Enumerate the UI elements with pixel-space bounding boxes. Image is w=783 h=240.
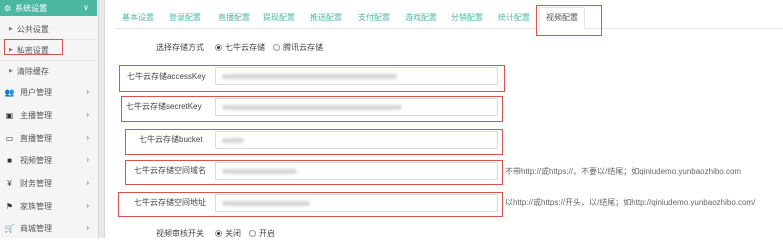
tab-game[interactable]: 游戏配置	[405, 12, 437, 23]
sidebar-subitem-label: 私密设置	[16, 45, 49, 55]
chevron-right-icon: ›	[86, 87, 89, 96]
video-icon: ■	[7, 155, 12, 165]
masked-value	[222, 168, 297, 174]
chevron-right-icon: ›	[86, 178, 89, 187]
caret-right-icon: ▶	[9, 47, 13, 53]
collapse-strip	[98, 0, 105, 238]
radio-selected-icon	[215, 230, 222, 237]
chevron-right-icon: ›	[86, 223, 89, 232]
storage-option-qiniu[interactable]: 七牛云存储	[215, 42, 265, 53]
tab-push[interactable]: 推送配置	[310, 12, 342, 23]
masked-value	[222, 200, 310, 206]
accesskey-input[interactable]	[215, 67, 498, 85]
chevron-right-icon: ›	[86, 133, 89, 142]
sidebar-item-users[interactable]: 👥 用户管理 ›	[0, 81, 97, 103]
chevron-right-icon: ›	[86, 155, 89, 164]
sidebar-subitem-label: 公共设置	[16, 24, 49, 34]
field-label-secretkey: 七牛云存储secretKey	[126, 102, 202, 111]
address-input[interactable]	[215, 194, 498, 212]
video-review-radio-group: 关闭 开启	[215, 228, 283, 239]
masked-value	[222, 73, 397, 79]
sidebar-item-label: 直播管理	[20, 133, 52, 143]
radio-label: 开启	[259, 229, 275, 238]
sidebar-item-videos[interactable]: ■ 视频管理 ›	[0, 149, 97, 171]
chevron-down-icon: ∨	[83, 3, 89, 12]
sidebar-section-label: 系统设置	[15, 3, 48, 13]
tab-statistics[interactable]: 统计配置	[498, 12, 530, 23]
sidebar-item-family[interactable]: ⚑ 家族管理 ›	[0, 195, 97, 217]
yen-icon: ¥	[7, 178, 12, 188]
sidebar-section-system-settings[interactable]: ⚙ 系统设置 ∨	[0, 0, 97, 16]
radio-label: 七牛云存储	[225, 43, 265, 52]
sidebar-item-label: 视频管理	[20, 155, 52, 165]
flag-icon: ⚑	[5, 201, 14, 211]
chevron-right-icon: ›	[86, 201, 89, 210]
anchor-icon: ▣	[5, 110, 14, 120]
video-review-label: 视频审核开关	[156, 229, 204, 238]
sidebar-subitem-public-settings[interactable]: ▶ 公共设置	[0, 18, 97, 40]
sidebar-item-label: 用户管理	[20, 87, 52, 97]
video-review-option-off[interactable]: 关闭	[215, 228, 241, 239]
sidebar-subitem-private-settings[interactable]: ▶ 私密设置	[0, 39, 97, 61]
radio-label: 关闭	[225, 229, 241, 238]
storage-option-tencent[interactable]: 腾讯云存储	[273, 42, 323, 53]
masked-value	[222, 104, 402, 110]
sidebar-item-anchors[interactable]: ▣ 主播管理 ›	[0, 104, 97, 126]
tab-video[interactable]: 视频配置	[539, 7, 585, 29]
video-review-option-on[interactable]: 开启	[249, 228, 275, 239]
caret-right-icon: ▶	[9, 68, 13, 74]
sidebar-item-label: 家族管理	[20, 201, 52, 211]
storage-method-label: 选择存储方式	[156, 43, 204, 52]
tab-login[interactable]: 登录配置	[169, 12, 201, 23]
field-label-bucket: 七牛云存储bucket	[139, 135, 203, 144]
chevron-right-icon: ›	[86, 110, 89, 119]
sidebar-item-label: 财务管理	[20, 178, 52, 188]
sidebar-item-label: 主播管理	[20, 110, 52, 120]
caret-right-icon: ▶	[9, 26, 13, 32]
sidebar: ⚙ 系统设置 ∨ ▶ 公共设置 ▶ 私密设置 ▶ 清除缓存 👥 用户管理 › ▣…	[0, 0, 100, 238]
cart-icon: 🛒	[4, 223, 15, 233]
radio-icon	[249, 230, 256, 237]
gear-icon: ⚙	[4, 3, 12, 13]
sidebar-item-finance[interactable]: ¥ 财务管理 ›	[0, 172, 97, 194]
users-icon: 👥	[4, 87, 15, 97]
sidebar-item-shop[interactable]: 🛒 商城管理 ›	[0, 217, 97, 239]
address-hint: 以http://或https://开头，以/结尾；如http://qiniude…	[505, 198, 756, 207]
config-tabs: 基本设置 登录配置 直播配置 提现配置 推送配置 支付配置 游戏配置 分销配置 …	[115, 7, 783, 29]
field-label-domain: 七牛云存储空间域名	[134, 166, 206, 175]
radio-icon	[273, 44, 280, 51]
domain-hint: 不带http://或https://，不要以/结尾；如qiniudemo.yun…	[505, 167, 742, 176]
secretkey-input[interactable]	[215, 98, 498, 116]
tab-payment[interactable]: 支付配置	[358, 12, 390, 23]
radio-selected-icon	[215, 44, 222, 51]
tab-live[interactable]: 直播配置	[218, 12, 250, 23]
field-label-address: 七牛云存储空间地址	[134, 198, 206, 207]
tab-distribution[interactable]: 分销配置	[451, 12, 483, 23]
tab-basic[interactable]: 基本设置	[122, 12, 154, 23]
sidebar-subitem-clear-cache[interactable]: ▶ 清除缓存	[0, 60, 97, 82]
sidebar-item-live[interactable]: ▭ 直播管理 ›	[0, 127, 97, 149]
storage-method-radio-group: 七牛云存储 腾讯云存储	[215, 42, 331, 53]
monitor-icon: ▭	[5, 133, 14, 143]
radio-label: 腾讯云存储	[283, 43, 323, 52]
tab-withdraw[interactable]: 提现配置	[263, 12, 295, 23]
sidebar-subitem-label: 清除缓存	[16, 66, 49, 76]
masked-value	[222, 137, 244, 143]
bucket-input[interactable]	[215, 131, 498, 149]
domain-input[interactable]	[215, 162, 498, 180]
sidebar-item-label: 商城管理	[20, 223, 52, 233]
field-label-accesskey: 七牛云存储accessKey	[127, 72, 206, 81]
